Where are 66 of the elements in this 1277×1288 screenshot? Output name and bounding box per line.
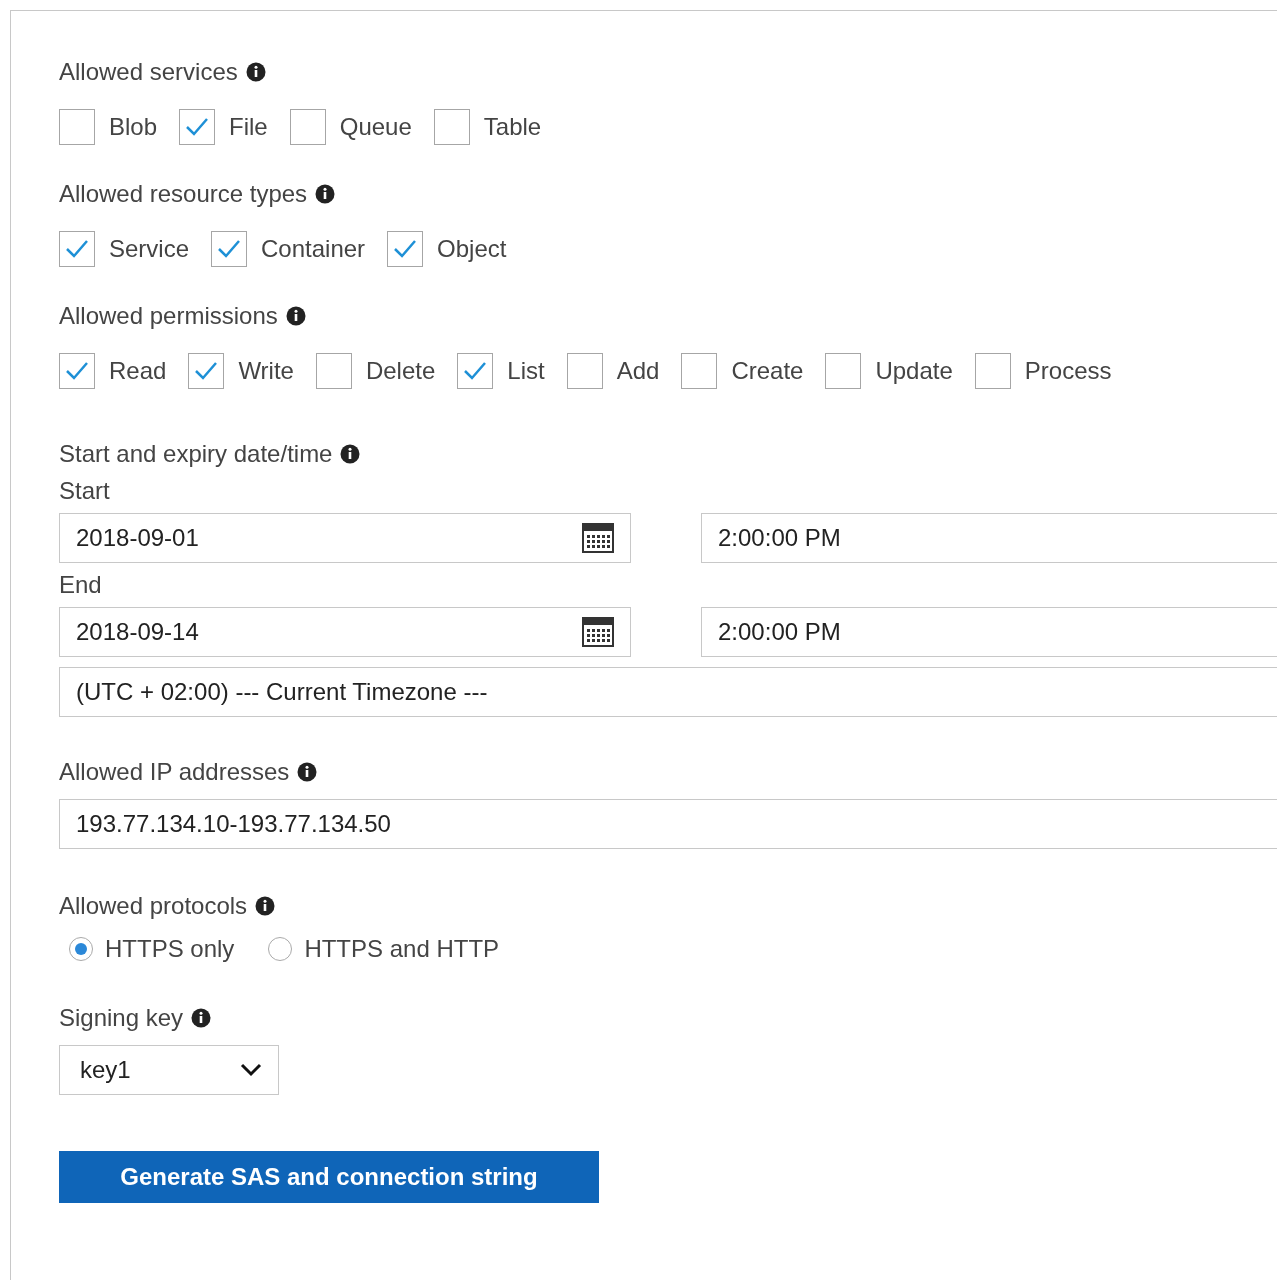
- radio-label: HTTPS and HTTP: [304, 935, 500, 963]
- checkbox-label: Read: [109, 357, 167, 385]
- end-label: End: [59, 570, 103, 600]
- info-icon[interactable]: [315, 184, 336, 204]
- checkbox[interactable]: [289, 109, 326, 145]
- checkbox-label: Table: [483, 113, 542, 141]
- radio-label: HTTPS only: [105, 935, 235, 963]
- checkbox[interactable]: [433, 109, 470, 145]
- info-icon[interactable]: [297, 762, 318, 782]
- timezone-field[interactable]: (UTC + 02:00) --- Current Timezone ---: [59, 667, 1277, 717]
- start-date-field[interactable]: 2018-09-01: [59, 513, 631, 563]
- checkmark-icon: [184, 116, 211, 138]
- ip-address-field[interactable]: 193.77.134.10-193.77.134.50: [59, 799, 1277, 849]
- checkbox-label: Process: [1024, 357, 1112, 385]
- section-label: Allowed IP addresses: [59, 758, 290, 786]
- section-label: Allowed protocols: [59, 892, 248, 920]
- checkbox[interactable]: [211, 231, 248, 267]
- info-icon[interactable]: [245, 62, 266, 82]
- start-time-field[interactable]: 2:00:00 PM: [701, 513, 1277, 563]
- checkbox-label: Add: [616, 357, 660, 385]
- section-label: Signing key: [59, 1004, 184, 1032]
- checkbox-label: Blob: [109, 113, 158, 141]
- chevron-down-icon: [240, 1063, 262, 1077]
- checkbox[interactable]: [188, 353, 225, 389]
- checkbox[interactable]: [59, 231, 95, 267]
- signing-key-dropdown[interactable]: key1: [59, 1045, 279, 1095]
- checkbox-label: Object: [437, 235, 507, 263]
- calendar-icon[interactable]: [582, 523, 614, 553]
- checkbox[interactable]: [59, 109, 95, 145]
- checkmark-icon: [392, 238, 419, 260]
- checkbox-label: List: [507, 357, 545, 385]
- checkbox-label: Create: [731, 357, 804, 385]
- checkbox-label: Container: [261, 235, 366, 263]
- info-icon[interactable]: [191, 1008, 212, 1028]
- checkmark-icon: [193, 360, 220, 382]
- checkbox[interactable]: [179, 109, 216, 145]
- section-label: Allowed permissions: [59, 302, 278, 330]
- checkmark-icon: [64, 360, 90, 382]
- checkbox[interactable]: [825, 353, 862, 389]
- checkmark-icon: [462, 360, 489, 382]
- checkbox-label: Delete: [365, 357, 436, 385]
- checkbox[interactable]: [59, 353, 95, 389]
- checkbox[interactable]: [315, 353, 352, 389]
- info-icon[interactable]: [285, 306, 306, 326]
- checkbox-label: File: [229, 113, 268, 141]
- checkbox[interactable]: [457, 353, 494, 389]
- calendar-icon[interactable]: [582, 617, 614, 647]
- checkbox-label: Update: [875, 357, 953, 385]
- checkbox[interactable]: [566, 353, 603, 389]
- checkbox[interactable]: [681, 353, 718, 389]
- end-time-field[interactable]: 2:00:00 PM: [701, 607, 1277, 657]
- section-label: Allowed services: [59, 58, 238, 86]
- section-label: Allowed resource types: [59, 180, 308, 208]
- checkbox-label: Service: [109, 235, 190, 263]
- checkmark-icon: [64, 238, 90, 260]
- start-label: Start: [59, 476, 111, 506]
- checkbox[interactable]: [974, 353, 1011, 389]
- info-icon[interactable]: [340, 444, 361, 464]
- generate-sas-button[interactable]: Generate SAS and connection string: [59, 1151, 599, 1203]
- checkbox[interactable]: [387, 231, 424, 267]
- info-icon[interactable]: [255, 896, 276, 916]
- checkbox-label: Queue: [339, 113, 412, 141]
- end-date-field[interactable]: 2018-09-14: [59, 607, 631, 657]
- checkbox-label: Write: [238, 357, 294, 385]
- section-label: Start and expiry date/time: [59, 440, 333, 468]
- checkmark-icon: [216, 238, 243, 260]
